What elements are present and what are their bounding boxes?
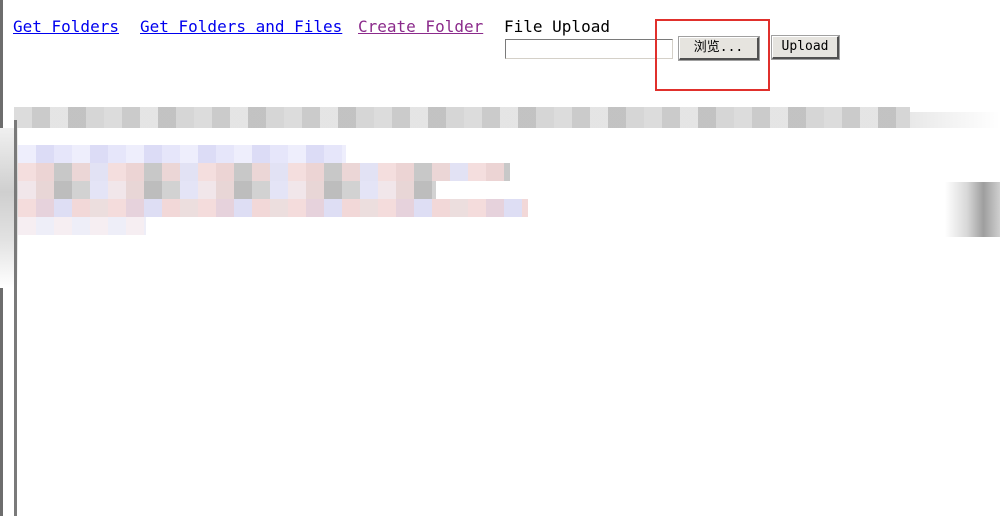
- redacted-line: [18, 199, 528, 217]
- get-folders-and-files-link[interactable]: Get Folders and Files: [140, 17, 342, 37]
- page: Get Folders Get Folders and Files Create…: [0, 0, 1000, 516]
- upload-button[interactable]: Upload: [771, 35, 840, 60]
- redacted-path-bar: [14, 107, 910, 128]
- redacted-right-edge: [945, 182, 1000, 237]
- content-frame-border: [14, 120, 17, 516]
- redacted-line: [18, 217, 146, 235]
- redacted-line: [18, 181, 436, 199]
- file-path-input[interactable]: [505, 39, 673, 59]
- get-folders-link[interactable]: Get Folders: [13, 17, 119, 37]
- redacted-line: [18, 145, 346, 163]
- highlight-annotation-box: [655, 19, 770, 91]
- file-upload-label: File Upload: [504, 17, 610, 36]
- redacted-path-bar-fade: [910, 112, 1000, 128]
- redacted-line: [18, 163, 510, 181]
- create-folder-link[interactable]: Create Folder: [358, 17, 483, 37]
